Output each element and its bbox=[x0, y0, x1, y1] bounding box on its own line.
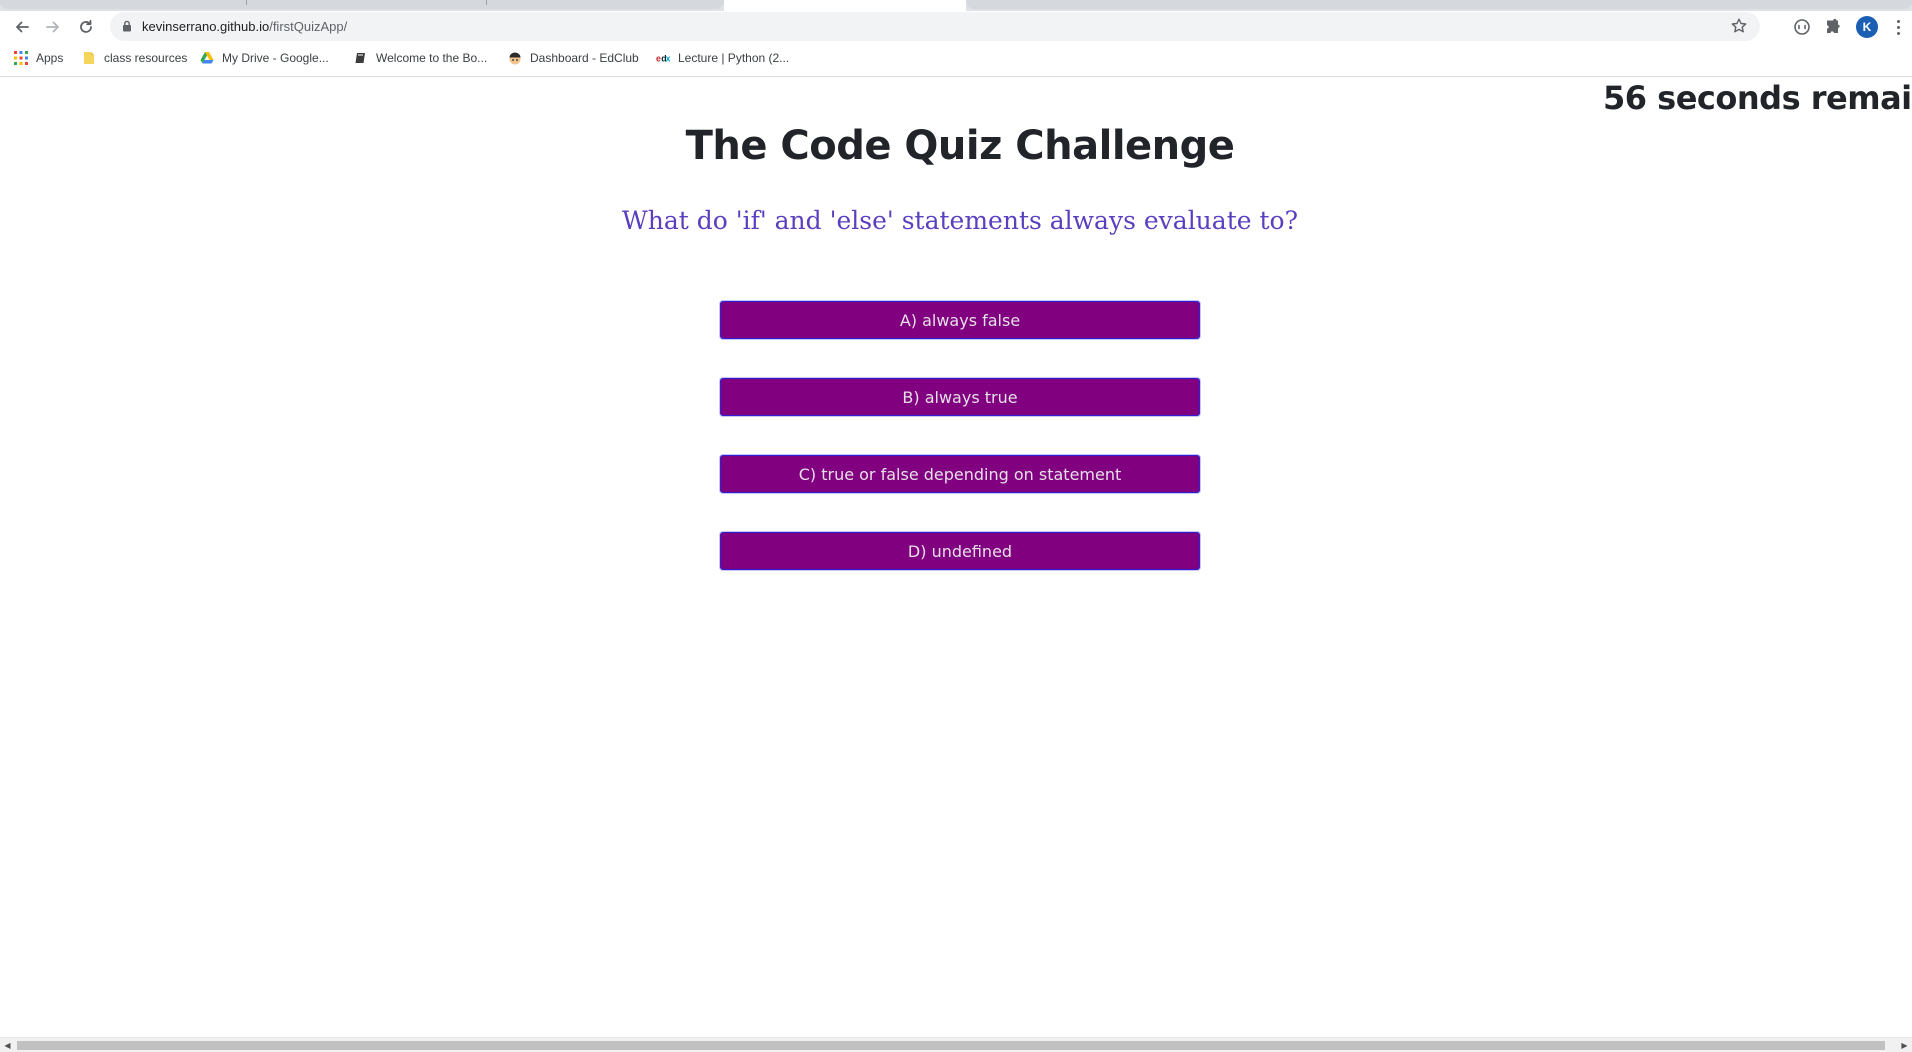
back-button[interactable] bbox=[10, 15, 34, 39]
lock-icon bbox=[123, 20, 131, 32]
tab-separator bbox=[486, 0, 487, 5]
puzzle-piece-icon bbox=[1827, 18, 1840, 33]
menu-dot-icon bbox=[1896, 19, 1900, 23]
bookmarks-bar: Apps class resources My Drive - Google..… bbox=[0, 43, 1912, 77]
answer-button-a[interactable]: A) always false bbox=[720, 301, 1200, 339]
bookmark-star-icon[interactable] bbox=[1730, 17, 1748, 35]
browser-menu-button[interactable] bbox=[1892, 16, 1904, 38]
answer-button-c[interactable]: C) true or false depending on statement bbox=[720, 455, 1200, 493]
folder-icon bbox=[84, 52, 94, 64]
question-text: What do 'if' and 'else' statements alway… bbox=[622, 206, 1298, 235]
bookmark-my-drive[interactable]: My Drive - Google... bbox=[200, 51, 329, 65]
bookmark-apps[interactable]: Apps bbox=[14, 51, 63, 65]
edx-icon: e d x bbox=[656, 54, 670, 64]
scrollbar-thumb[interactable] bbox=[17, 1041, 1885, 1050]
back-arrow-icon bbox=[16, 21, 29, 33]
bookmark-label: Dashboard - EdClub bbox=[530, 51, 639, 65]
url-text[interactable]: kevinserrano.github.io/firstQuizApp/ bbox=[142, 19, 347, 34]
bookmark-edclub[interactable]: Dashboard - EdClub bbox=[508, 51, 639, 65]
book-icon bbox=[355, 53, 365, 63]
page-title: The Code Quiz Challenge bbox=[685, 123, 1235, 169]
tab-separator bbox=[246, 0, 247, 5]
apps-grid-icon bbox=[14, 51, 28, 65]
reload-button[interactable] bbox=[74, 15, 98, 39]
forward-arrow-icon bbox=[46, 21, 59, 33]
bookmark-class-resources[interactable]: class resources bbox=[82, 51, 187, 65]
answer-button-b[interactable]: B) always true bbox=[720, 378, 1200, 416]
browser-toolbar: kevinserrano.github.io/firstQuizApp/ K bbox=[0, 11, 1912, 43]
bookmark-label: Welcome to the Bo... bbox=[376, 51, 488, 65]
scroll-left-arrow-icon[interactable]: ◀ bbox=[0, 1040, 15, 1051]
google-drive-icon bbox=[200, 52, 214, 64]
bookmark-label: Lecture | Python (2... bbox=[678, 51, 790, 65]
menu-dot-icon bbox=[1896, 31, 1900, 35]
horizontal-scrollbar[interactable]: ◀ ▶ bbox=[0, 1037, 1912, 1052]
svg-text:e: e bbox=[656, 54, 661, 64]
extensions-menu-button[interactable] bbox=[1823, 17, 1843, 37]
quiz-page: 56 seconds remaining The Code Quiz Chall… bbox=[0, 77, 1912, 1037]
menu-dot-icon bbox=[1896, 25, 1900, 29]
tab-background[interactable] bbox=[966, 0, 1912, 9]
tab-background[interactable] bbox=[0, 0, 724, 9]
bookmark-label: class resources bbox=[104, 51, 188, 65]
url-host: kevinserrano.github.io bbox=[142, 19, 270, 34]
address-bar[interactable]: kevinserrano.github.io/firstQuizApp/ bbox=[110, 12, 1760, 41]
url-path: /firstQuizApp/ bbox=[269, 19, 348, 34]
forward-button[interactable] bbox=[41, 15, 65, 39]
active-tab[interactable] bbox=[724, 0, 966, 11]
bookmark-label: Apps bbox=[36, 51, 64, 65]
answer-button-d[interactable]: D) undefined bbox=[720, 532, 1200, 570]
scroll-right-arrow-icon[interactable]: ▶ bbox=[1897, 1040, 1912, 1051]
extension-circle-icon bbox=[1794, 19, 1810, 35]
extension-button[interactable] bbox=[1792, 17, 1812, 37]
bookmark-label: My Drive - Google... bbox=[222, 51, 329, 65]
tab-strip bbox=[0, 0, 1912, 11]
profile-avatar[interactable]: K bbox=[1856, 16, 1878, 38]
edclub-icon bbox=[509, 52, 521, 65]
svg-text:x: x bbox=[666, 54, 670, 64]
countdown-timer: 56 seconds remaining bbox=[1603, 79, 1912, 117]
bookmark-welcome[interactable]: Welcome to the Bo... bbox=[354, 51, 487, 65]
bookmark-lecture-python[interactable]: e d x Lecture | Python (2... bbox=[656, 51, 789, 65]
reload-icon bbox=[80, 19, 92, 33]
